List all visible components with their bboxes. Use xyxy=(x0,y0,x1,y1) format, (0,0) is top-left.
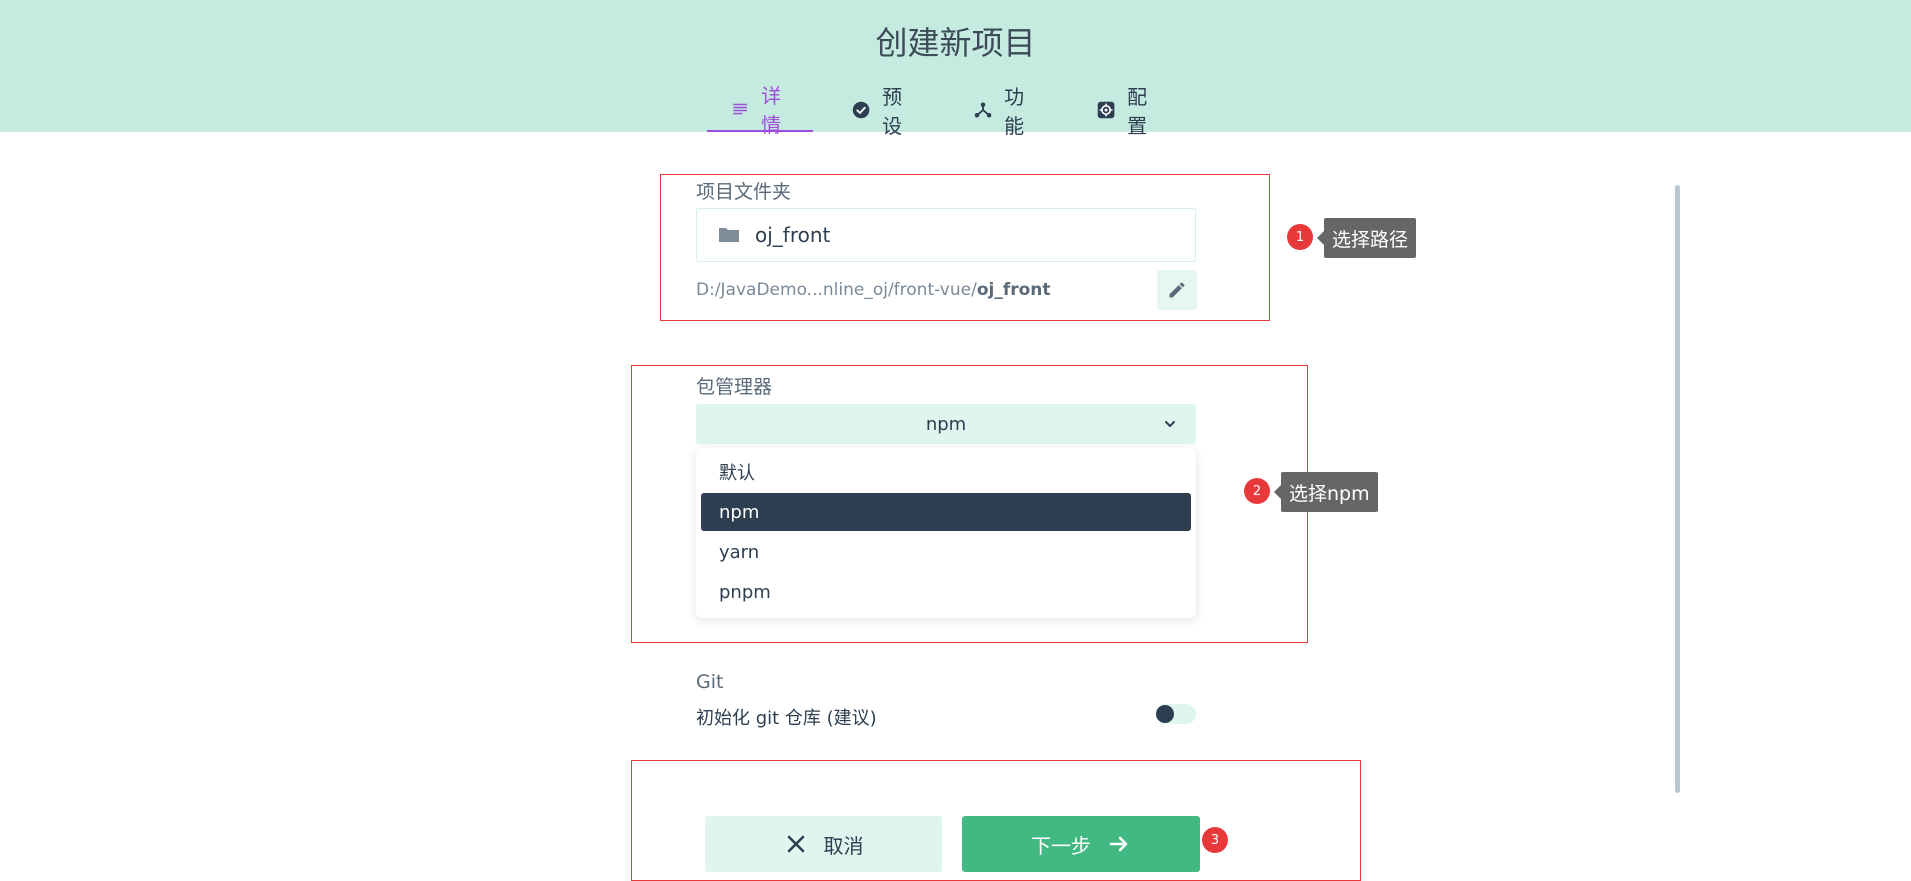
tab-details[interactable]: 详情 xyxy=(707,84,813,137)
toggle-knob xyxy=(1156,705,1174,723)
annotation-tooltip-npm: 选择npm xyxy=(1274,472,1378,512)
tab-config[interactable]: 配置 xyxy=(1097,85,1155,138)
page-title: 创建新项目 xyxy=(875,24,1036,62)
git-init-toggle[interactable] xyxy=(1156,704,1196,724)
git-init-label: 初始化 git 仓库 (建议) xyxy=(696,708,877,729)
tab-presets[interactable]: 预设 xyxy=(852,85,910,138)
check-circle-icon xyxy=(852,101,870,119)
annotation-box-path xyxy=(660,174,1270,321)
features-icon xyxy=(974,102,992,118)
tab-features[interactable]: 功能 xyxy=(974,85,1032,138)
annotation-tooltip-path: 选择路径 xyxy=(1316,218,1417,258)
scrollbar[interactable] xyxy=(1675,185,1680,793)
project-create-page: 创建新项目 详情 预设 功能 配置 项目文件夹 oj_front D:/Java… xyxy=(0,0,1911,881)
tab-features-label: 功能 xyxy=(1004,85,1025,138)
annotation-badge-3: 3 xyxy=(1202,827,1228,853)
gear-icon xyxy=(1097,101,1115,119)
annotation-box-npm xyxy=(631,365,1308,643)
annotation-badge-2: 2 xyxy=(1244,478,1270,504)
tab-presets-label: 预设 xyxy=(882,85,903,138)
tab-details-label: 详情 xyxy=(761,84,782,137)
header: 创建新项目 详情 预设 功能 配置 xyxy=(0,0,1911,138)
annotation-badge-1: 1 xyxy=(1287,224,1313,250)
git-label: Git xyxy=(696,671,724,693)
tab-config-label: 配置 xyxy=(1127,85,1148,138)
annotation-box-next xyxy=(631,760,1361,881)
details-icon xyxy=(733,103,747,115)
